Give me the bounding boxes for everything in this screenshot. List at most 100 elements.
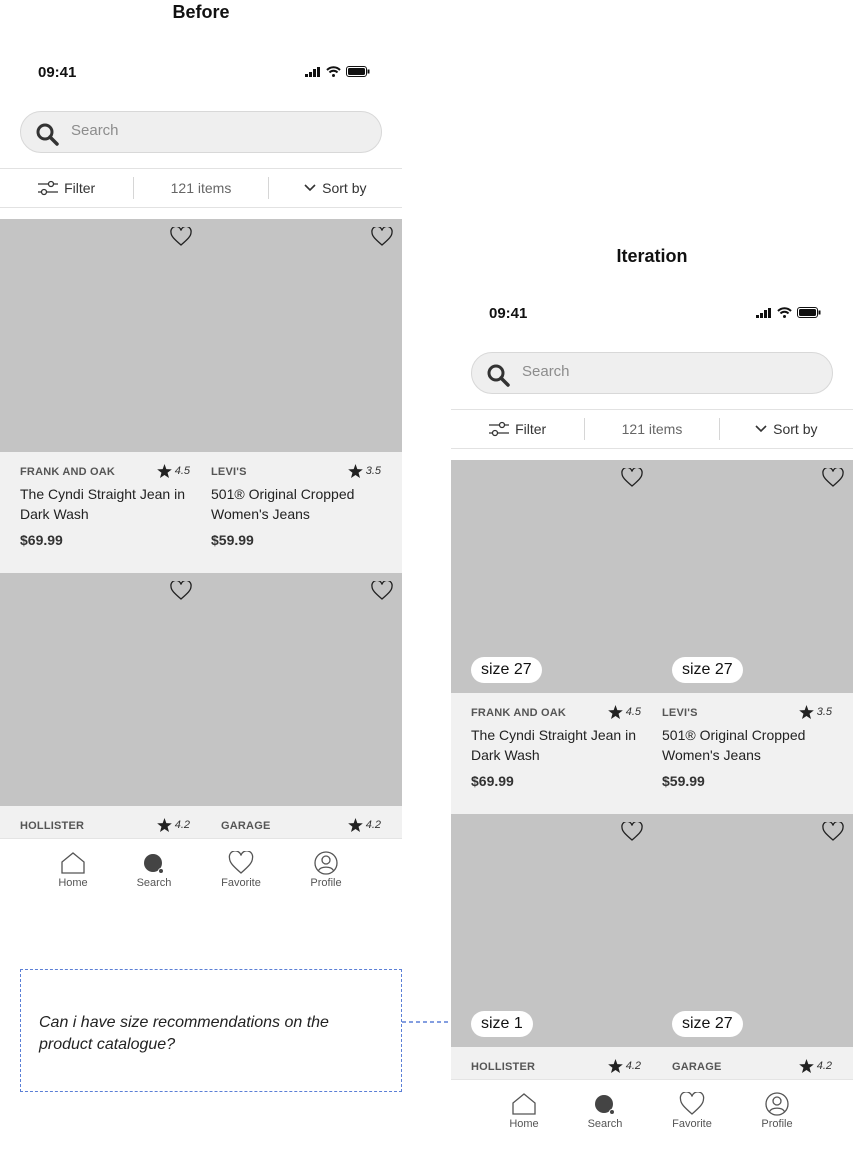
product-brand: GARAGE [672,1061,722,1073]
heart-icon [679,1092,705,1115]
wifi-icon [777,307,792,318]
product-card[interactable]: FRANK AND OAK 4.5 The Cyndi Straight Jea… [471,705,641,807]
product-brand: LEVI'S [662,707,698,719]
item-count: 121 items [170,180,232,196]
status-icons [305,66,370,77]
annotation-note: Can i have size recommendations on the p… [20,969,402,1092]
before-heading: Before [172,2,230,22]
sort-label: Sort by [322,180,367,196]
product-rating: 4.2 [607,1059,641,1073]
product-rating: 4.2 [347,818,381,832]
product-image[interactable]: size 27 [652,814,853,1047]
filter-label: Filter [515,421,547,437]
tab-favorite[interactable]: Favorite [211,851,271,889]
size-recommendation-badge: size 1 [471,1011,533,1037]
status-bar: 09:41 [451,299,853,329]
battery-icon [346,66,370,77]
size-recommendation-badge: size 27 [471,657,542,683]
product-image[interactable]: size 1 [451,814,652,1047]
product-card[interactable]: HOLLISTER 4.2 [471,1059,641,1081]
product-card[interactable]: FRANK AND OAK 4.5 The Cyndi Straight Jea… [20,464,190,566]
search-bar[interactable] [20,111,382,153]
heart-icon[interactable] [170,581,192,601]
product-card[interactable]: GARAGE 4.2 [221,818,381,840]
star-icon [607,1059,623,1073]
filter-button[interactable]: Filter [451,410,584,448]
search-input[interactable] [71,122,351,139]
heart-icon[interactable] [822,822,844,842]
sort-button[interactable]: Sort by [269,169,402,207]
filter-button[interactable]: Filter [0,169,133,207]
star-icon [347,464,363,478]
before-phone: 09:41 Filter 121 items Sort by FRANK AND… [0,58,402,908]
product-rating: 4.5 [156,464,190,478]
heart-icon[interactable] [371,581,393,601]
search-input[interactable] [522,363,802,380]
heart-icon[interactable] [621,468,643,488]
tab-home[interactable]: Home [43,851,103,889]
status-bar: 09:41 [0,58,402,88]
product-brand: FRANK AND OAK [20,466,116,478]
product-card[interactable]: GARAGE 4.2 [672,1059,832,1081]
tab-profile[interactable]: Profile [296,851,356,889]
product-image[interactable]: size 27 [652,460,853,693]
product-brand: GARAGE [221,820,271,832]
tab-home[interactable]: Home [494,1092,554,1130]
product-name: 501® Original Cropped Women's Jeans [662,727,806,763]
wifi-icon [326,66,341,77]
product-card[interactable]: LEVI'S 3.5 501® Original Cropped Women's… [211,464,381,566]
tab-bar: Home Search Favorite Profile [451,1079,853,1149]
size-recommendation-badge: size 27 [672,657,743,683]
profile-icon [314,851,338,875]
search-icon [487,364,510,387]
product-rating: 3.5 [347,464,381,478]
star-icon [607,705,623,719]
product-image[interactable] [0,573,201,806]
product-rating: 4.2 [798,1059,832,1073]
home-icon [512,1093,536,1115]
star-icon [798,705,814,719]
tab-profile[interactable]: Profile [747,1092,807,1130]
signal-icon [756,307,771,318]
product-brand: HOLLISTER [471,1061,536,1073]
sliders-icon [38,180,59,196]
heart-icon[interactable] [621,822,643,842]
heart-icon [228,851,254,874]
product-image[interactable] [201,219,402,452]
star-icon [156,464,172,478]
product-card[interactable]: HOLLISTER 4.2 [20,818,190,840]
signal-icon [305,66,320,77]
product-row: size 27 size 27 FRANK AND OAK 4.5 The Cy… [451,460,853,814]
product-brand: LEVI'S [211,466,247,478]
search-dot-icon [144,854,164,874]
status-time: 09:41 [489,305,528,322]
tab-search[interactable]: Search [124,851,184,889]
item-count: 121 items [621,421,683,437]
search-bar[interactable] [471,352,833,394]
product-row: HOLLISTER 4.2 GARAGE 4.2 [0,573,402,853]
profile-icon [765,1092,789,1116]
product-row: size 1 size 27 HOLLISTER 4.2 GARAGE 4.2 [451,814,853,1094]
star-icon [798,1059,814,1073]
star-icon [156,818,172,832]
tab-favorite[interactable]: Favorite [662,1092,722,1130]
star-icon [347,818,363,832]
product-image[interactable] [0,219,201,452]
tab-bar: Home Search Favorite Profile [0,838,402,908]
product-price: $59.99 [662,773,705,789]
sort-button[interactable]: Sort by [720,410,853,448]
sort-label: Sort by [773,421,818,437]
product-image[interactable] [201,573,402,806]
sliders-icon [489,421,510,437]
heart-icon[interactable] [170,227,192,247]
heart-icon[interactable] [371,227,393,247]
product-image[interactable]: size 27 [451,460,652,693]
chevron-down-icon [304,184,316,192]
product-rating: 3.5 [798,705,832,719]
product-card[interactable]: LEVI'S 3.5 501® Original Cropped Women's… [662,705,832,807]
product-row: FRANK AND OAK 4.5 The Cyndi Straight Jea… [0,219,402,573]
heart-icon[interactable] [822,468,844,488]
product-price: $59.99 [211,532,254,548]
search-icon [36,123,59,146]
tab-search[interactable]: Search [575,1092,635,1130]
